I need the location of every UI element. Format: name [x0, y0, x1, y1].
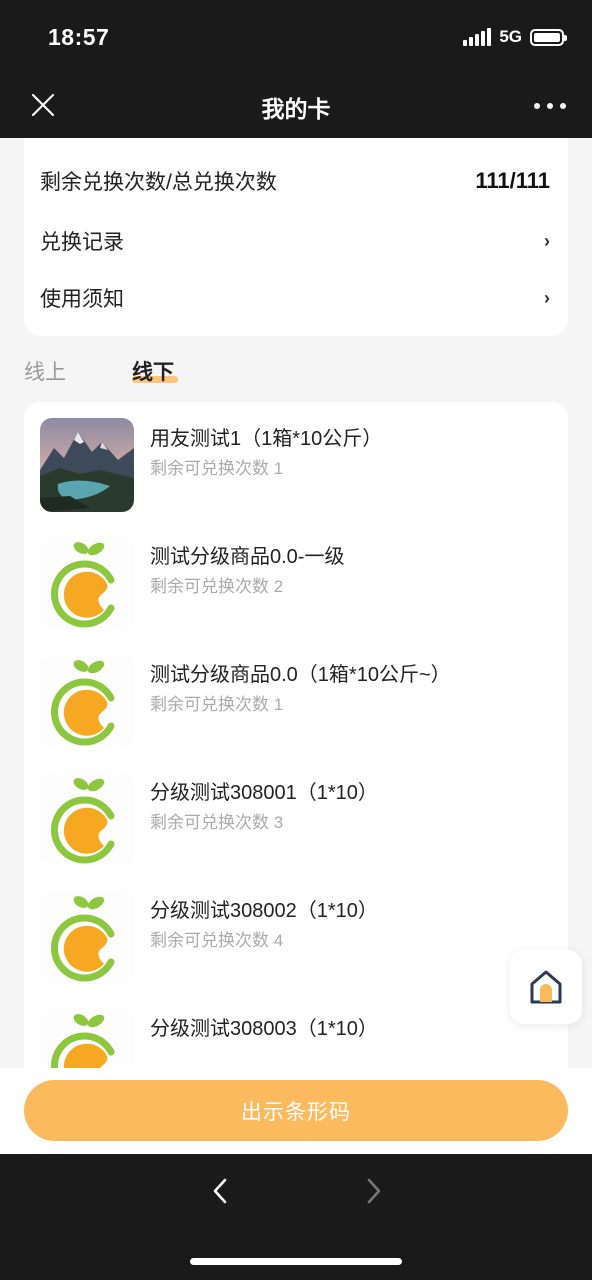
orange-logo-icon	[51, 542, 115, 628]
product-remaining: 剩余可兑换次数 1	[150, 459, 284, 478]
list-item[interactable]: 分级测试308003（1*10）	[40, 1008, 560, 1068]
usage-notice-row[interactable]: 使用须知 ›	[40, 283, 550, 313]
chevron-left-icon	[213, 1178, 227, 1204]
more-button[interactable]	[534, 94, 566, 118]
orange-logo-icon	[51, 1014, 115, 1068]
more-dot	[534, 103, 540, 109]
list-item[interactable]: 分级测试308001（1*10） 剩余可兑换次数 3	[40, 772, 560, 868]
chevron-right-icon	[367, 1178, 381, 1204]
tab-online-label: 线上	[24, 361, 66, 384]
list-item[interactable]: 用友测试1（1箱*10公斤） 剩余可兑换次数 1	[40, 418, 560, 514]
remaining-count-row: 剩余兑换次数/总兑换次数 111/111	[40, 166, 550, 196]
product-name: 分级测试308003（1*10）	[150, 1018, 378, 1040]
list-item[interactable]: 测试分级商品0.0（1箱*10公斤~） 剩余可兑换次数 1	[40, 654, 560, 750]
product-name: 分级测试308002（1*10）	[150, 900, 378, 922]
more-dot	[560, 103, 566, 109]
product-image	[40, 772, 134, 866]
usage-notice-label: 使用须知	[40, 288, 124, 311]
list-item[interactable]: 测试分级商品0.0-一级 剩余可兑换次数 2	[40, 536, 560, 632]
more-dot	[547, 103, 553, 109]
product-name: 用友测试1（1箱*10公斤）	[150, 428, 383, 450]
mountain-lake-photo	[40, 418, 134, 512]
card-info-panel: 剩余兑换次数/总兑换次数 111/111 兑换记录 › 使用须知 ›	[24, 138, 568, 336]
orange-logo-icon	[51, 778, 115, 864]
orange-logo-icon	[51, 660, 115, 746]
status-time: 18:57	[48, 24, 110, 50]
exchange-records-label: 兑换记录	[40, 231, 124, 254]
battery-icon	[530, 28, 567, 46]
product-remaining: 剩余可兑换次数 1	[150, 695, 284, 714]
title-bar: 我的卡	[0, 76, 592, 138]
product-image	[40, 536, 134, 630]
channel-tabs: 线上 线下	[24, 356, 568, 390]
signal-icon	[463, 28, 492, 46]
tab-offline-label: 线下	[132, 361, 174, 384]
browser-nav-bar	[0, 1154, 592, 1280]
remaining-value: 111/111	[475, 168, 550, 193]
product-image	[40, 1008, 134, 1068]
home-indicator	[190, 1258, 402, 1265]
tab-offline[interactable]: 线下	[132, 356, 174, 386]
bottom-action-bar: 出示条形码	[0, 1068, 592, 1154]
network-type: 5G	[499, 27, 522, 46]
product-name: 测试分级商品0.0-一级	[150, 546, 345, 568]
product-name: 测试分级商品0.0（1箱*10公斤~）	[150, 664, 451, 686]
home-icon	[530, 970, 562, 1004]
tab-online[interactable]: 线上	[24, 356, 66, 386]
product-list: 用友测试1（1箱*10公斤） 剩余可兑换次数 1 测试分级商品0.0-一级 剩余…	[24, 402, 568, 1068]
product-image	[40, 890, 134, 984]
orange-logo-icon	[51, 896, 115, 982]
product-image	[40, 654, 134, 748]
remaining-label: 剩余兑换次数/总兑换次数	[40, 171, 277, 194]
chevron-right-icon: ›	[544, 230, 550, 251]
status-indicators: 5G	[463, 27, 567, 47]
status-bar: 18:57 5G	[0, 0, 592, 76]
list-item[interactable]: 分级测试308002（1*10） 剩余可兑换次数 4	[40, 890, 560, 986]
product-name: 分级测试308001（1*10）	[150, 782, 378, 804]
product-remaining: 剩余可兑换次数 4	[150, 931, 284, 950]
product-image	[40, 418, 134, 512]
back-button[interactable]	[206, 1176, 236, 1206]
show-barcode-button[interactable]: 出示条形码	[24, 1080, 568, 1141]
exchange-records-row[interactable]: 兑换记录 ›	[40, 226, 550, 256]
page-title: 我的卡	[261, 96, 331, 122]
home-button[interactable]	[510, 950, 582, 1024]
product-remaining: 剩余可兑换次数 3	[150, 813, 284, 832]
product-remaining: 剩余可兑换次数 2	[150, 577, 284, 596]
forward-button[interactable]	[358, 1176, 388, 1206]
chevron-right-icon: ›	[544, 287, 550, 308]
